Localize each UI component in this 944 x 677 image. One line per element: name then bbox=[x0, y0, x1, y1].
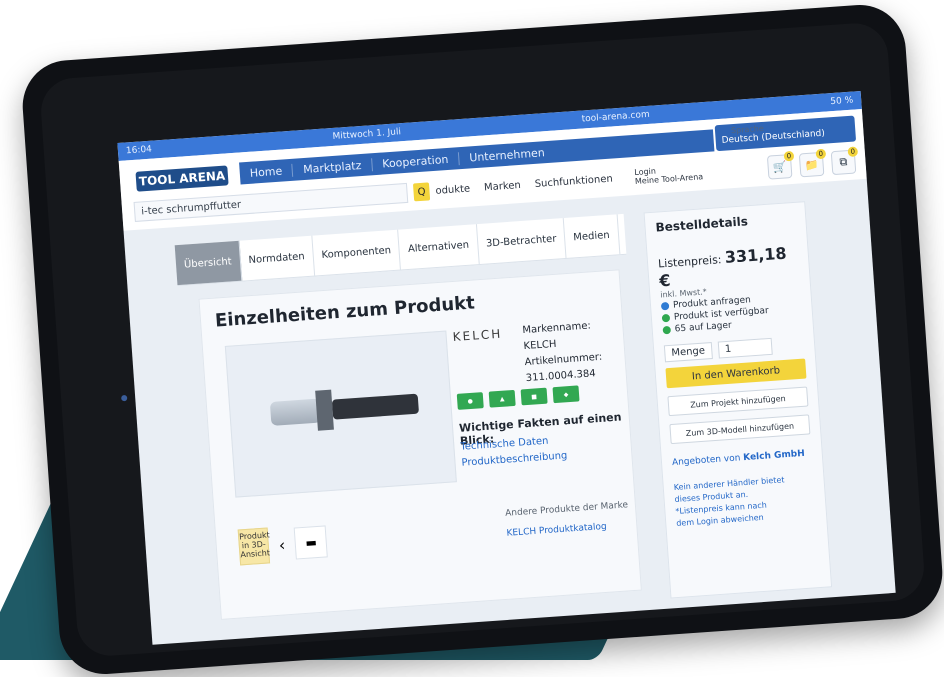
quantity-row: Menge 1 bbox=[663, 336, 805, 363]
3d-cube-icon[interactable]: ⧉ 0 bbox=[830, 146, 859, 176]
stock-text: 65 auf Lager bbox=[674, 320, 733, 335]
thumbnail-row: Produkt in 3D-Ansicht ‹ ▬ bbox=[237, 523, 329, 566]
order-panel: Bestelldetails Listenpreis: 331,18 € ink… bbox=[643, 201, 833, 599]
check-icon bbox=[661, 313, 671, 323]
tab-medien[interactable]: Medien bbox=[563, 214, 620, 258]
dealer-note: Kein anderer Händler bietet dieses Produ… bbox=[673, 472, 816, 530]
feature-icon: ▲ bbox=[488, 389, 516, 408]
login-area[interactable]: Login Meine Tool-Arena bbox=[634, 163, 703, 186]
offered-by: Angeboten von Kelch GmbH bbox=[672, 448, 812, 468]
qty-label: Menge bbox=[663, 342, 713, 363]
info-icon bbox=[660, 301, 670, 311]
feature-icon: ◆ bbox=[552, 385, 580, 404]
tab-komponenten[interactable]: Komponenten bbox=[312, 229, 402, 276]
add-to-3d-button[interactable]: Zum 3D-Modell hinzufügen bbox=[669, 414, 811, 445]
nav-unternehmen[interactable]: Unternehmen bbox=[459, 145, 555, 165]
status-url: tool-arena.com bbox=[581, 109, 651, 125]
tablet: 16:04 Mittwoch 1. Juli tool-arena.com 50… bbox=[19, 1, 944, 677]
camera-icon bbox=[121, 394, 128, 402]
status-date: Mittwoch 1. Juli bbox=[332, 127, 402, 142]
products-link[interactable]: odukte bbox=[435, 183, 470, 196]
tab-alternativen[interactable]: Alternativen bbox=[398, 224, 480, 270]
description-link[interactable]: Produktbeschreibung bbox=[461, 450, 568, 468]
qty-input[interactable]: 1 bbox=[717, 337, 773, 359]
nav-kooperation[interactable]: Kooperation bbox=[371, 151, 460, 171]
brands-link[interactable]: Marken bbox=[484, 179, 521, 193]
brand-info: Markenname: KELCH Artikelnummer: 311.000… bbox=[522, 316, 626, 387]
order-title: Bestelldetails bbox=[655, 214, 749, 235]
header-icons: 🛒 0 📁 0 ⧉ 0 bbox=[766, 146, 859, 180]
product-left: Übersicht Normdaten Komponenten Alternat… bbox=[174, 213, 651, 629]
cube-badge: 0 bbox=[847, 146, 859, 158]
status-battery: 50 % bbox=[830, 95, 854, 108]
tool-holder-icon bbox=[269, 384, 421, 434]
check-icon bbox=[662, 325, 672, 335]
add-to-project-button[interactable]: Zum Projekt hinzufügen bbox=[667, 386, 809, 417]
search-functions-link[interactable]: Suchfunktionen bbox=[534, 173, 613, 189]
prev-icon[interactable]: ‹ bbox=[278, 535, 286, 554]
nav-home[interactable]: Home bbox=[239, 163, 294, 181]
add-to-cart-button[interactable]: In den Warenkorb bbox=[665, 358, 807, 389]
3d-view-thumb[interactable]: Produkt in 3D-Ansicht bbox=[237, 527, 270, 566]
other-products: Andere Produkte der Marke bbox=[504, 500, 629, 519]
cart-badge: 0 bbox=[783, 150, 795, 162]
nav-marktplatz[interactable]: Marktplatz bbox=[292, 157, 373, 177]
offered-by-prefix: Angeboten von bbox=[671, 453, 744, 469]
tab-normdaten[interactable]: Normdaten bbox=[239, 235, 315, 281]
brand-logo: KELCH bbox=[452, 326, 503, 345]
language-select[interactable]: Sprache Deutsch (Deutschland) bbox=[714, 115, 857, 152]
logo[interactable]: TOOL ARENA bbox=[135, 165, 229, 192]
thumb-image[interactable]: ▬ bbox=[294, 525, 329, 560]
product-image bbox=[224, 330, 457, 498]
screen: 16:04 Mittwoch 1. Juli tool-arena.com 50… bbox=[117, 91, 896, 645]
folder-badge: 0 bbox=[815, 148, 827, 160]
content: Übersicht Normdaten Komponenten Alternat… bbox=[125, 197, 896, 645]
folder-icon[interactable]: 📁 0 bbox=[798, 148, 827, 178]
feature-icons: ● ▲ ■ ◆ bbox=[456, 385, 580, 410]
search-button[interactable]: Q bbox=[412, 182, 431, 202]
tab-overview[interactable]: Übersicht bbox=[174, 240, 242, 286]
catalog-link[interactable]: KELCH Produktkatalog bbox=[506, 522, 607, 539]
tab-3d[interactable]: 3D-Betrachter bbox=[476, 218, 567, 265]
product-title: Einzelheiten zum Produkt bbox=[214, 292, 476, 332]
product-panel: Einzelheiten zum Produkt KELCH Markennam… bbox=[198, 269, 642, 620]
feature-icon: ■ bbox=[520, 387, 548, 406]
price-label: Listenpreis: bbox=[657, 253, 722, 271]
feature-icon: ● bbox=[456, 392, 484, 410]
cart-icon[interactable]: 🛒 0 bbox=[766, 150, 795, 180]
status-time: 16:04 bbox=[125, 144, 153, 157]
offered-by-company[interactable]: Kelch GmbH bbox=[743, 449, 805, 463]
